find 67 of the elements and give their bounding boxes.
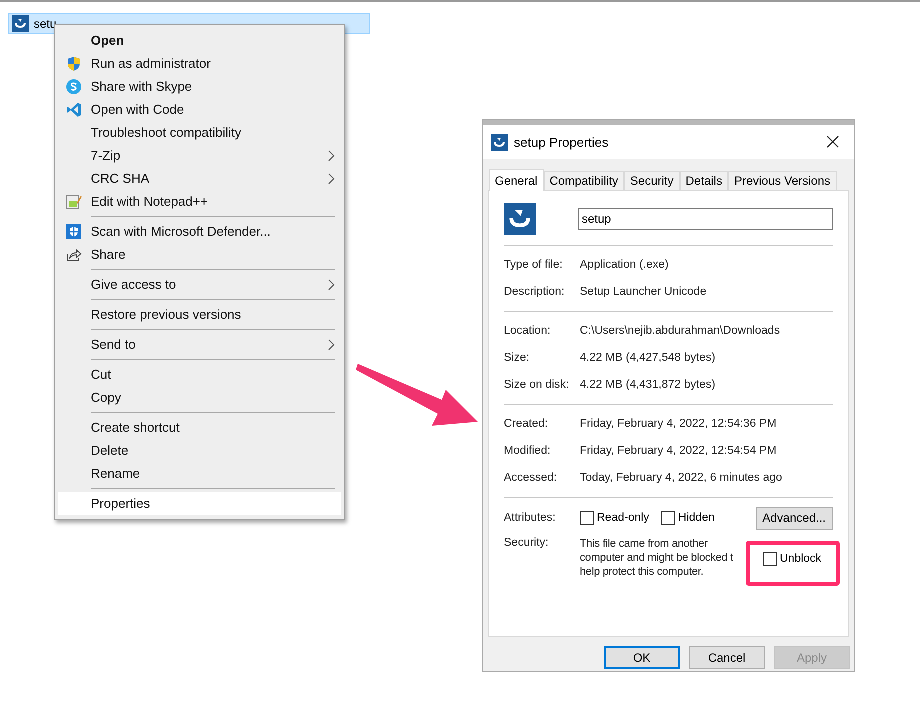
dialog-title: setup Properties bbox=[514, 134, 610, 150]
property-label: Modified: bbox=[504, 444, 552, 456]
menu-item[interactable]: Troubleshoot compatibility bbox=[58, 121, 341, 144]
tab[interactable]: Compatibility bbox=[544, 171, 624, 190]
menu-item[interactable]: Copy bbox=[58, 386, 341, 409]
tab[interactable]: Details bbox=[680, 171, 728, 190]
shield-icon bbox=[66, 56, 82, 72]
menu-item[interactable]: Run as administrator bbox=[58, 52, 341, 75]
close-icon bbox=[827, 136, 839, 148]
menu-item[interactable]: Restore previous versions bbox=[58, 303, 341, 326]
property-label: Description: bbox=[504, 286, 566, 298]
defender-icon bbox=[66, 224, 82, 240]
property-value: 4.22 MB (4,431,872 bytes) bbox=[580, 378, 717, 390]
checkbox-label: Read-only bbox=[597, 512, 650, 524]
code-editor-icon bbox=[66, 102, 82, 118]
submenu-caret-icon bbox=[328, 150, 335, 162]
security-message: This file came from another computer and might be blocked t help protect this computer. bbox=[580, 537, 734, 579]
menu-item[interactable]: Share bbox=[58, 243, 341, 266]
menu-item[interactable]: Share with Skype bbox=[58, 75, 341, 98]
property-label: Accessed: bbox=[504, 472, 558, 484]
menu-item[interactable]: Scan with Microsoft Defender... bbox=[58, 220, 341, 243]
property-label: Location: bbox=[504, 324, 552, 336]
checkbox[interactable] bbox=[580, 511, 594, 525]
share-icon bbox=[66, 247, 82, 263]
dialog-button[interactable]: Cancel bbox=[689, 646, 765, 669]
checkbox[interactable] bbox=[661, 511, 676, 525]
menu-item[interactable]: Create shortcut bbox=[58, 416, 341, 439]
menu-item[interactable]: Rename bbox=[58, 462, 341, 485]
menu-item[interactable]: CRC SHA bbox=[58, 167, 341, 190]
property-label: Type of file: bbox=[504, 258, 564, 270]
skype-icon bbox=[66, 79, 82, 95]
checkbox[interactable] bbox=[763, 552, 777, 566]
setup-app-icon bbox=[504, 203, 536, 235]
advanced-button[interactable]: Advanced... bbox=[756, 506, 833, 530]
security-label: Security: bbox=[504, 537, 550, 549]
menu-item[interactable]: Properties bbox=[58, 492, 341, 515]
menu-item[interactable]: Give access to bbox=[58, 273, 341, 296]
notepad-icon bbox=[66, 194, 82, 210]
checkbox-label: Hidden bbox=[678, 512, 715, 524]
property-value: Today, February 4, 2022, 6 minutes ago bbox=[580, 472, 784, 484]
menu-item[interactable]: Cut bbox=[58, 363, 341, 386]
property-value: Setup Launcher Unicode bbox=[580, 286, 708, 298]
setup-app-icon bbox=[12, 15, 29, 32]
menu-item[interactable]: Delete bbox=[58, 439, 341, 462]
dialog-button[interactable]: OK bbox=[604, 646, 680, 669]
tab[interactable]: Previous Versions bbox=[728, 171, 836, 190]
setup-app-icon bbox=[491, 134, 508, 150]
submenu-caret-icon bbox=[328, 338, 335, 350]
menu-item[interactable]: 7-Zip bbox=[58, 144, 341, 167]
property-label: Size on disk: bbox=[504, 378, 570, 390]
attributes-label: Attributes: bbox=[504, 512, 557, 524]
submenu-caret-icon bbox=[328, 172, 335, 184]
property-label: Size: bbox=[504, 352, 531, 364]
tab[interactable]: Security bbox=[624, 171, 680, 190]
menu-item[interactable]: Open with Code bbox=[58, 98, 341, 121]
submenu-caret-icon bbox=[328, 278, 335, 290]
menu-item[interactable]: Send to bbox=[58, 333, 341, 356]
property-value: Friday, February 4, 2022, 12:54:36 PM bbox=[580, 418, 778, 430]
menu-item[interactable]: Edit with Notepad++ bbox=[58, 190, 341, 213]
property-value: C:\Users\nejib.abdurahman\Downloads bbox=[580, 324, 782, 336]
property-label: Created: bbox=[504, 418, 550, 430]
property-value: Application (.exe) bbox=[580, 258, 670, 270]
file-name-field[interactable]: setup bbox=[578, 208, 833, 230]
tab[interactable]: General bbox=[489, 169, 544, 191]
property-value: Friday, February 4, 2022, 12:54:54 PM bbox=[580, 444, 778, 456]
checkbox-label: Unblock bbox=[780, 553, 822, 565]
property-value: 4.22 MB (4,427,548 bytes) bbox=[580, 352, 717, 364]
